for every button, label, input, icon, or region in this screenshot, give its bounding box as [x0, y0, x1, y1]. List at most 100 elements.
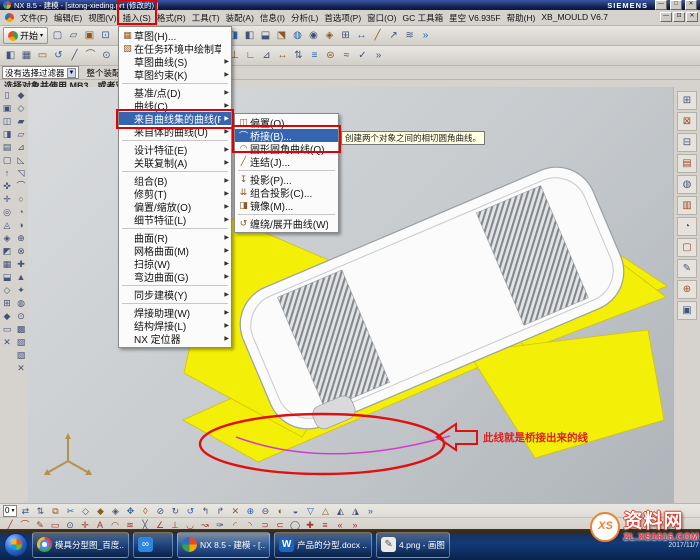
left-toolbar-c2-icon-8[interactable]: ○: [15, 193, 28, 206]
feature-toolbar-icon-0[interactable]: ◧: [3, 48, 18, 63]
left-toolbar-c1-icon-14[interactable]: ⬓: [1, 271, 14, 284]
menubar-item-14[interactable]: XB_MOULD V6.7: [538, 11, 611, 25]
resource-bar-icon-7[interactable]: ▢: [677, 238, 697, 257]
left-toolbar-c2-icon-7[interactable]: ⌒: [15, 180, 28, 193]
left-toolbar-c2-icon-4[interactable]: ⊿: [15, 141, 28, 154]
left-toolbar-c1-icon-18[interactable]: ▭: [1, 323, 14, 336]
snap-toolbar-icon-12[interactable]: ↰: [198, 505, 212, 517]
bridge-submenu-item-9[interactable]: ↺缠绕/展开曲线(W)...: [235, 217, 338, 230]
left-toolbar-c2-icon-17[interactable]: ⊙: [15, 310, 28, 323]
taskbar-button-knot-app[interactable]: ∞: [133, 532, 173, 558]
feature-toolbar-icon-3[interactable]: ↺: [51, 48, 66, 63]
left-toolbar-c2-icon-5[interactable]: ◺: [15, 154, 28, 167]
standard-toolbar-icon-18[interactable]: ⊞: [338, 28, 353, 43]
left-toolbar-c2-icon-12[interactable]: ⊗: [15, 245, 28, 258]
left-toolbar-c1-icon-0[interactable]: ▯: [1, 89, 14, 102]
feature-toolbar-icon-17[interactable]: ↔: [275, 48, 290, 63]
standard-toolbar-icon-1[interactable]: ▱: [66, 28, 81, 43]
left-toolbar-c1-icon-15[interactable]: ◇: [1, 284, 14, 297]
insert-menu-item-8[interactable]: 来自体的曲线(U)▶: [119, 125, 231, 138]
resource-bar-icon-0[interactable]: ⊞: [677, 91, 697, 110]
snap-toolbar-icon-2[interactable]: ⧉: [48, 505, 62, 517]
feature-toolbar-icon-20[interactable]: ⊜: [323, 48, 338, 63]
insert-menu-item-11[interactable]: 关联复制(A)▶: [119, 156, 231, 169]
mdi-close-icon[interactable]: ✕: [686, 12, 698, 22]
standard-toolbar-icon-13[interactable]: ⬓: [258, 28, 273, 43]
snap-toolbar-icon-14[interactable]: ✕: [228, 505, 242, 517]
left-toolbar-c2-icon-13[interactable]: ✚: [15, 258, 28, 271]
snap-toolbar-icon-19[interactable]: ▽: [303, 505, 317, 517]
insert-menu-item-3[interactable]: 草图约束(K)▶: [119, 68, 231, 81]
taskbar-button-chrome-tab[interactable]: 模具分型图_百度..: [32, 532, 129, 558]
snap-toolbar-icon-15[interactable]: ⊕: [243, 505, 257, 517]
insert-menu-item-16[interactable]: 细节特征(L)▶: [119, 213, 231, 226]
close-icon[interactable]: ✕: [685, 0, 697, 10]
standard-toolbar-icon-22[interactable]: ≋: [402, 28, 417, 43]
snap-toolbar-icon-11[interactable]: ↺: [183, 505, 197, 517]
left-toolbar-c2-icon-20[interactable]: ▧: [15, 349, 28, 362]
menubar-item-11[interactable]: GC 工具箱: [399, 11, 446, 25]
menubar-item-10[interactable]: 窗口(O): [364, 11, 399, 25]
snap-toolbar-icon-10[interactable]: ↻: [168, 505, 182, 517]
standard-toolbar-icon-0[interactable]: ▢: [50, 28, 65, 43]
snap-toolbar-icon-3[interactable]: ✂: [63, 505, 77, 517]
left-toolbar-c2-icon-6[interactable]: ◹: [15, 167, 28, 180]
snap-toolbar-icon-21[interactable]: ◭: [333, 505, 347, 517]
menubar-item-13[interactable]: 帮助(H): [504, 11, 539, 25]
left-toolbar-c1-icon-1[interactable]: ▣: [1, 102, 14, 115]
standard-toolbar-icon-19[interactable]: ↔: [354, 28, 369, 43]
menubar-item-0[interactable]: 文件(F): [17, 11, 51, 25]
left-toolbar-c1-icon-19[interactable]: ✕: [1, 336, 14, 349]
feature-toolbar-icon-18[interactable]: ⇅: [291, 48, 306, 63]
left-toolbar-c2-icon-21[interactable]: ✕: [15, 362, 28, 375]
feature-toolbar-icon-16[interactable]: ⊿: [259, 48, 274, 63]
taskbar-button-nx-app[interactable]: NX 8.5 - 建模 - [..: [177, 532, 270, 558]
resource-bar-icon-5[interactable]: ▥: [677, 196, 697, 215]
snap-toolbar-icon-16[interactable]: ⊖: [258, 505, 272, 517]
menubar-item-4[interactable]: 格式(R): [154, 11, 189, 25]
standard-toolbar-icon-15[interactable]: ◍: [290, 28, 305, 43]
left-toolbar-c1-icon-6[interactable]: ↑: [1, 167, 14, 180]
snap-toolbar-icon-23[interactable]: »: [363, 505, 377, 517]
standard-toolbar-icon-12[interactable]: ◧: [242, 28, 257, 43]
menubar-item-2[interactable]: 视图(V): [85, 11, 119, 25]
resource-bar-icon-3[interactable]: ▤: [677, 154, 697, 173]
bridge-submenu-item-7[interactable]: ◨镜像(M)...: [235, 199, 338, 212]
left-toolbar-c1-icon-5[interactable]: ▢: [1, 154, 14, 167]
resource-bar-icon-2[interactable]: ⊟: [677, 133, 697, 152]
snap-toolbar-icon-5[interactable]: ◆: [93, 505, 107, 517]
resource-bar-icon-1[interactable]: ⊠: [677, 112, 697, 131]
snap-toolbar-icon-22[interactable]: ◮: [348, 505, 362, 517]
feature-toolbar-icon-23[interactable]: »: [371, 48, 386, 63]
left-toolbar-c1-icon-11[interactable]: ◈: [1, 232, 14, 245]
standard-toolbar-icon-16[interactable]: ◉: [306, 28, 321, 43]
menubar-item-6[interactable]: 装配(A): [223, 11, 257, 25]
left-toolbar-c1-icon-7[interactable]: ✜: [1, 180, 14, 193]
feature-toolbar-icon-19[interactable]: ≡: [307, 48, 322, 63]
feature-toolbar-icon-15[interactable]: ∟: [243, 48, 258, 63]
left-toolbar-c1-icon-10[interactable]: ◬: [1, 219, 14, 232]
standard-toolbar-icon-14[interactable]: ⬔: [274, 28, 289, 43]
resource-bar-icon-4[interactable]: ◍: [677, 175, 697, 194]
snap-toolbar-icon-13[interactable]: ↱: [213, 505, 227, 517]
standard-toolbar-icon-2[interactable]: ▣: [82, 28, 97, 43]
standard-toolbar-icon-17[interactable]: ◈: [322, 28, 337, 43]
standard-toolbar-icon-23[interactable]: »: [418, 28, 433, 43]
layer-dropdown[interactable]: 0 ▼: [3, 505, 17, 517]
left-toolbar-c2-icon-10[interactable]: ◑: [15, 219, 28, 232]
resource-bar-icon-6[interactable]: ◔: [677, 217, 697, 236]
left-toolbar-c1-icon-16[interactable]: ⊞: [1, 297, 14, 310]
taskbar-button-paint-app[interactable]: ✎4.png - 画图: [376, 532, 450, 558]
snap-toolbar-icon-8[interactable]: ◊: [138, 505, 152, 517]
feature-toolbar-icon-22[interactable]: ✓: [355, 48, 370, 63]
left-toolbar-c1-icon-2[interactable]: ◫: [1, 115, 14, 128]
maximize-icon[interactable]: □: [670, 0, 682, 10]
feature-toolbar-icon-4[interactable]: ╱: [67, 48, 82, 63]
left-toolbar-c2-icon-9[interactable]: ◔: [15, 206, 28, 219]
left-toolbar-c2-icon-3[interactable]: ▱: [15, 128, 28, 141]
selection-filter-dropdown[interactable]: 没有选择过滤器 ▼: [2, 66, 79, 79]
resource-bar-icon-9[interactable]: ⊕: [677, 280, 697, 299]
left-toolbar-c1-icon-3[interactable]: ◨: [1, 128, 14, 141]
start-button[interactable]: 开始 ▾: [3, 27, 48, 44]
snap-toolbar-icon-18[interactable]: ◒: [288, 505, 302, 517]
